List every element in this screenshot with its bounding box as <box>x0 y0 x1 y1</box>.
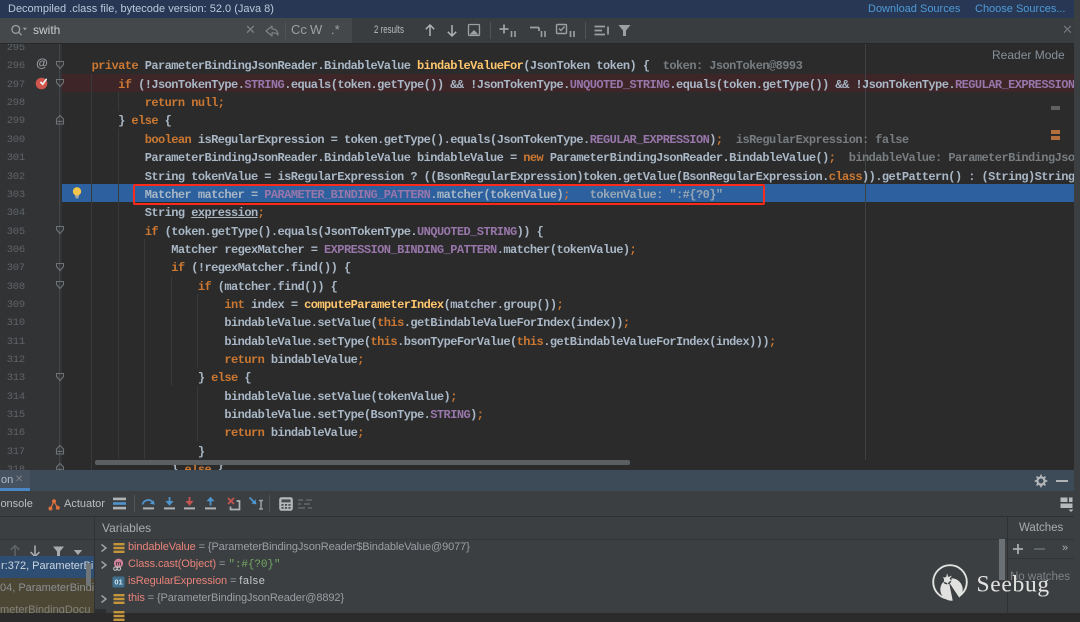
svg-text:m: m <box>116 560 122 567</box>
svg-text:Seebug: Seebug <box>977 572 1050 598</box>
svg-text:01: 01 <box>114 577 122 586</box>
